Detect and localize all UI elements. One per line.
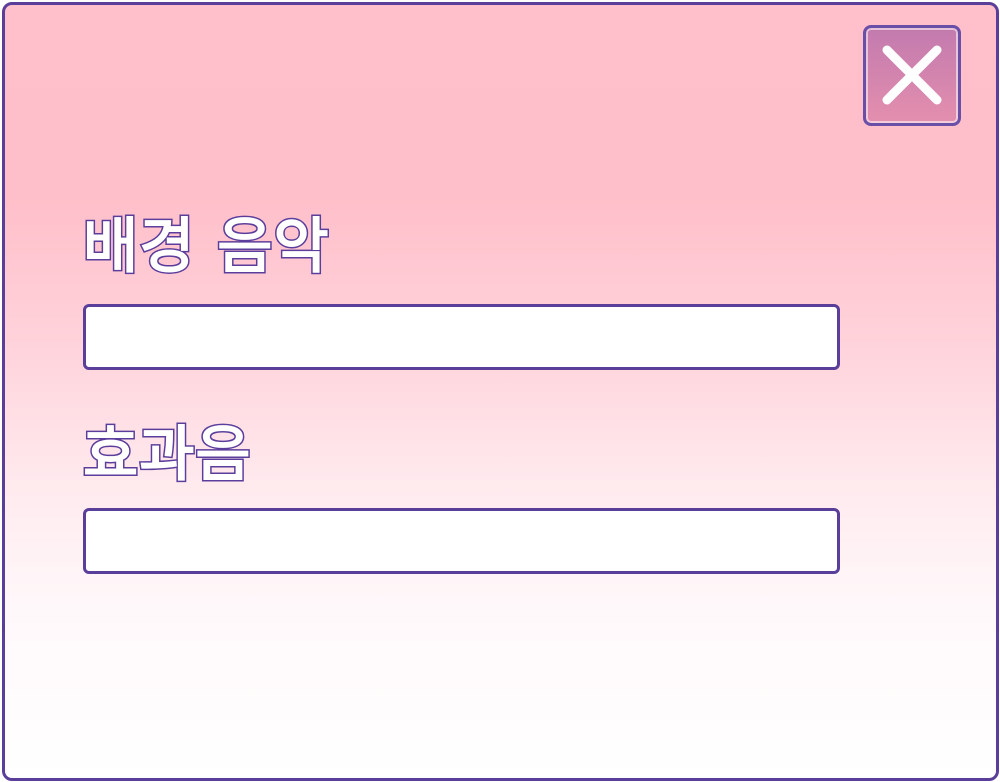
close-x-icon	[882, 45, 942, 105]
close-button[interactable]	[863, 25, 961, 126]
bgm-label: 배경 음악	[82, 212, 331, 282]
bgm-input[interactable]	[83, 304, 840, 370]
settings-dialog: 배경 음악 효과음	[2, 2, 999, 781]
sfx-label: 효과음	[82, 420, 253, 490]
sfx-input[interactable]	[83, 508, 840, 574]
